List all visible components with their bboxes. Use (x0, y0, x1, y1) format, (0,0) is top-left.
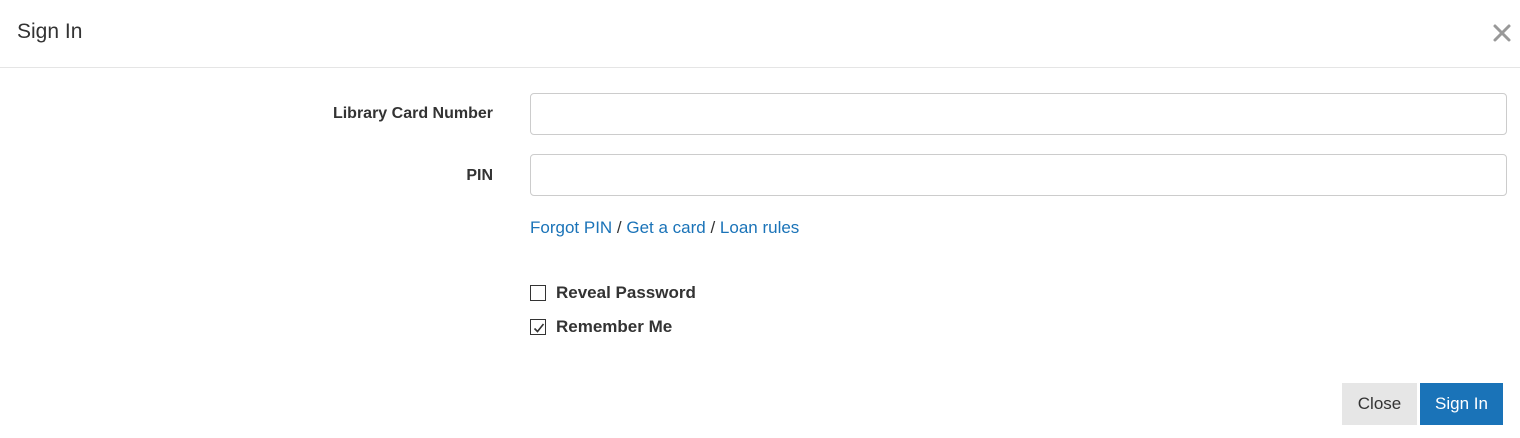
get-a-card-link[interactable]: Get a card (626, 218, 705, 237)
pin-input[interactable] (530, 154, 1507, 196)
checkmark-icon (533, 323, 545, 333)
forgot-pin-link[interactable]: Forgot PIN (530, 218, 612, 237)
remember-me-checkbox[interactable] (530, 319, 546, 335)
close-button[interactable]: Close (1342, 383, 1417, 425)
library-card-input[interactable] (530, 93, 1507, 135)
reveal-password-label[interactable]: Reveal Password (556, 283, 696, 303)
sign-in-button[interactable]: Sign In (1420, 383, 1503, 425)
dialog-title: Sign In (17, 20, 83, 43)
sign-in-dialog: Sign In Library Card Number PIN Forgot P… (0, 0, 1520, 438)
link-separator: / (705, 218, 720, 237)
link-separator: / (612, 218, 627, 237)
close-icon[interactable] (1490, 21, 1514, 45)
reveal-password-option[interactable]: Reveal Password (530, 283, 696, 303)
pin-label: PIN (466, 167, 493, 184)
loan-rules-link[interactable]: Loan rules (720, 218, 799, 237)
account-links: Forgot PIN / Get a card / Loan rules (530, 217, 799, 239)
library-card-label: Library Card Number (332, 105, 493, 122)
reveal-password-checkbox[interactable] (530, 285, 546, 301)
remember-me-label[interactable]: Remember Me (556, 317, 672, 337)
remember-me-option[interactable]: Remember Me (530, 317, 672, 337)
dialog-header: Sign In (0, 0, 1520, 68)
